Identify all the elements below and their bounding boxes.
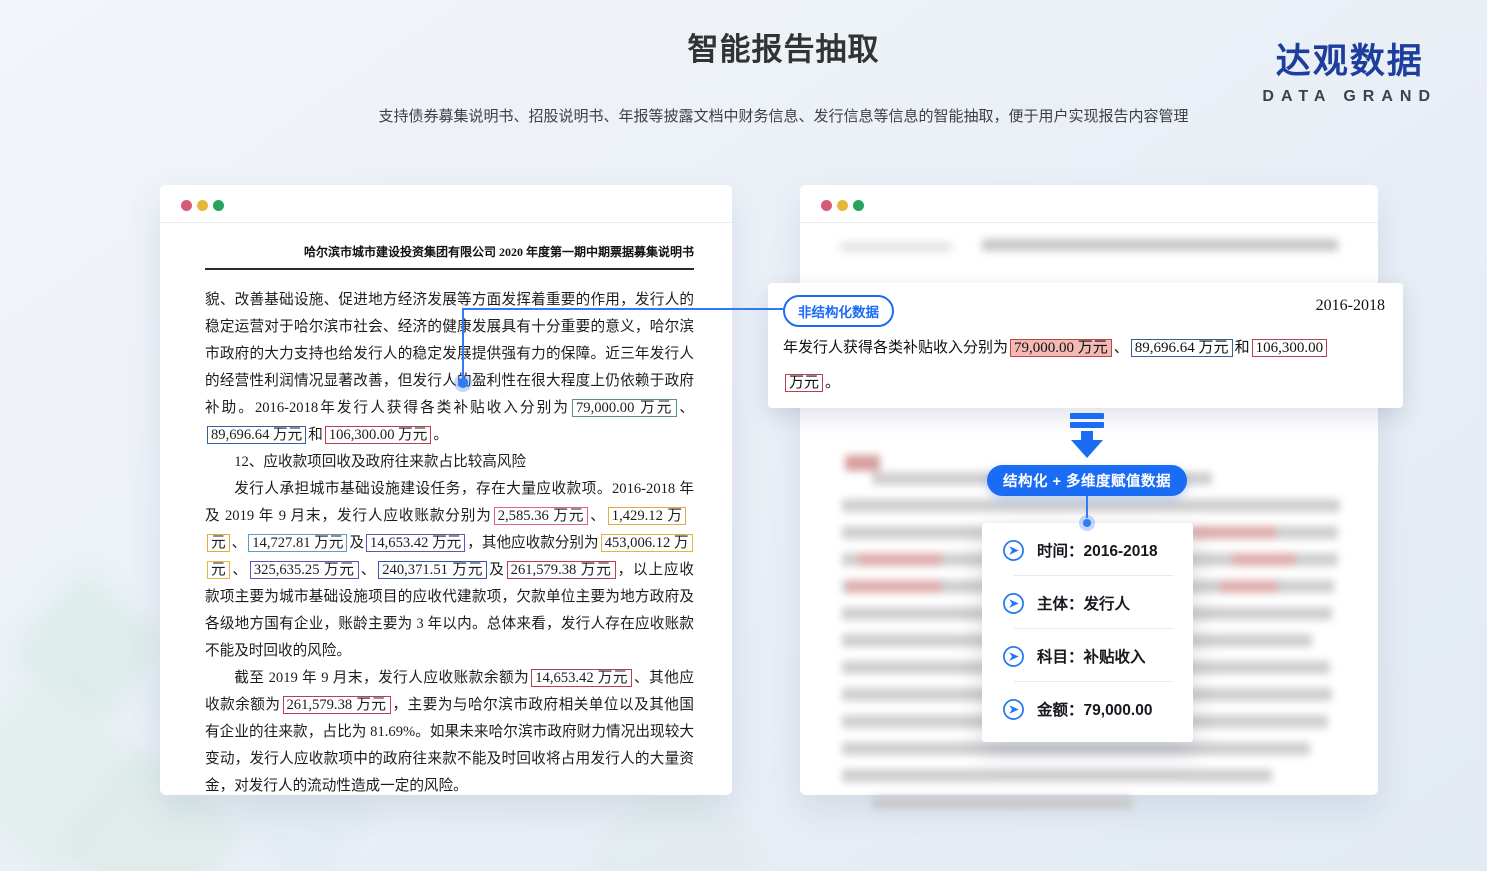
extracted-value: 2,585.36 万元 — [494, 507, 589, 525]
arrow-circle-icon — [1002, 592, 1025, 615]
field-value: 发行人 — [1084, 596, 1131, 613]
extracted-value: 106,300.00 万元 — [325, 426, 432, 444]
window-close-icon — [821, 200, 832, 211]
field-label: 主体： — [1037, 596, 1084, 613]
brand-logo: 达观数据 DATA GRAND — [1262, 42, 1437, 106]
doc-paragraph: 貌、改善基础设施、促进地方经济发展等方面发挥着重要的作用，发行人的稳定运营对于哈… — [205, 287, 694, 449]
divider — [1014, 681, 1173, 682]
connector-line-horizontal — [463, 308, 785, 310]
field-row-account: 科目：补贴收入 — [982, 631, 1193, 681]
doc-text-run: ，其他应收款分别为 — [467, 535, 598, 551]
window-close-icon — [181, 200, 192, 211]
structured-data-tag[interactable]: 结构化 + 多维度赋值数据 — [987, 465, 1187, 496]
window-zoom-icon — [213, 200, 224, 211]
extracted-value: 325,635.25 万元 — [250, 561, 359, 579]
structured-fields-card: 时间：2016-2018 主体：发行人 科目：补贴收入 金额：79,000.00 — [982, 523, 1193, 742]
field-row-amount: 金额：79,000.00 — [982, 684, 1193, 734]
extracted-value: 240,371.51 万元 — [378, 561, 487, 579]
divider — [1014, 575, 1173, 576]
snippet-year: 2016-2018 — [1316, 297, 1385, 315]
doc-text-run: 、 — [1114, 340, 1129, 356]
unstructured-snippet-card: 非结构化数据 2016-2018 年发行人获得各类补贴收入分别为79,000.0… — [768, 283, 1403, 408]
doc-text-run: 、 — [361, 562, 376, 578]
divider — [1014, 628, 1173, 629]
arrow-circle-icon — [1002, 539, 1025, 562]
doc-text-run: 、 — [679, 400, 694, 416]
extracted-value: 89,696.64 万元 — [1131, 339, 1233, 357]
field-label: 时间： — [1037, 543, 1084, 560]
source-document-window: 哈尔滨市城市建设投资集团有限公司 2020 年度第一期中期票据募集说明书 貌、改… — [160, 185, 732, 795]
extracted-value: 14,653.42 万元 — [366, 534, 465, 552]
connector-line-vertical — [462, 308, 464, 378]
window-titlebar — [160, 185, 732, 223]
doc-text-run: 、 — [590, 508, 605, 524]
window-minimize-icon — [837, 200, 848, 211]
extracted-value: 261,579.38 万元 — [283, 696, 391, 714]
brand-logo-cn: 达观数据 — [1262, 42, 1437, 82]
arrow-circle-icon — [1002, 645, 1025, 668]
extracted-value: 79,000.00 万元 — [1010, 339, 1112, 357]
extracted-value: 14,727.81 万元 — [248, 534, 347, 552]
extracted-value: 89,696.64 万元 — [207, 426, 306, 444]
doc-text-run: 貌、改善基础设施、促进地方经济发展等方面发挥着重要的作用，发行人的稳定运营对于哈… — [205, 292, 694, 416]
doc-text-run: 12、应收款项回收及政府往来款占比较高风险 — [234, 454, 526, 470]
page: { "header": { "title": "智能报告抽取", "subtit… — [0, 0, 1487, 871]
extracted-value: 106,300.00 — [1252, 339, 1328, 357]
doc-text-run: 。 — [433, 427, 448, 443]
doc-text-run: 年发行人获得各类补贴收入分别为 — [783, 340, 1008, 356]
doc-paragraph: 发行人承担城市基础设施建设任务，存在大量应收款项。2016-2018 年及 20… — [205, 476, 694, 665]
window-minimize-icon — [197, 200, 208, 211]
extracted-value: 万元 — [785, 374, 823, 392]
doc-paragraph: 截至 2019 年 9 月末，发行人应收账款余额为14,653.42 万元、其他… — [205, 665, 694, 800]
document-header: 哈尔滨市城市建设投资集团有限公司 2020 年度第一期中期票据募集说明书 — [205, 243, 694, 270]
doc-text-run: 、 — [232, 535, 247, 551]
doc-text-run: 及 — [489, 562, 504, 578]
doc-text-run: 、 — [232, 562, 247, 578]
field-value: 2016-2018 — [1084, 543, 1158, 560]
window-titlebar — [800, 185, 1378, 223]
anchor-dot — [458, 378, 468, 388]
doc-text-run: 截至 2019 年 9 月末，发行人应收账款余额为 — [234, 670, 529, 686]
extracted-value: 79,000.00 万元 — [572, 399, 677, 417]
extracted-value: 14,653.42 万元 — [531, 669, 632, 687]
window-zoom-icon — [853, 200, 864, 211]
snippet-sentence: 年发行人获得各类补贴收入分别为79,000.00 万元、89,696.64 万元… — [783, 331, 1389, 401]
field-row-time: 时间：2016-2018 — [982, 525, 1193, 575]
brand-logo-en: DATA GRAND — [1262, 88, 1437, 106]
field-value: 79,000.00 — [1084, 702, 1153, 719]
page-subtitle: 支持债券募集说明书、招股说明书、年报等披露文档中财务信息、发行信息等信息的智能抽… — [80, 105, 1487, 126]
field-row-subject: 主体：发行人 — [982, 578, 1193, 628]
doc-text-run: 和 — [308, 427, 323, 443]
extracted-value: 261,579.38 万元 — [507, 561, 616, 579]
document-text: 貌、改善基础设施、促进地方经济发展等方面发挥着重要的作用，发行人的稳定运营对于哈… — [205, 287, 694, 800]
doc-text-run: 及 — [349, 535, 364, 551]
field-value: 补贴收入 — [1084, 649, 1146, 666]
doc-text-run: 和 — [1235, 340, 1250, 356]
transform-arrow-icon — [1061, 413, 1113, 464]
field-label: 科目： — [1037, 649, 1084, 666]
unstructured-data-tag[interactable]: 非结构化数据 — [783, 295, 894, 327]
field-label: 金额： — [1037, 702, 1084, 719]
doc-text-run: 。 — [825, 375, 840, 391]
arrow-circle-icon — [1002, 698, 1025, 721]
doc-paragraph: 12、应收款项回收及政府往来款占比较高风险 — [205, 449, 694, 476]
anchor-dot — [1083, 519, 1091, 527]
